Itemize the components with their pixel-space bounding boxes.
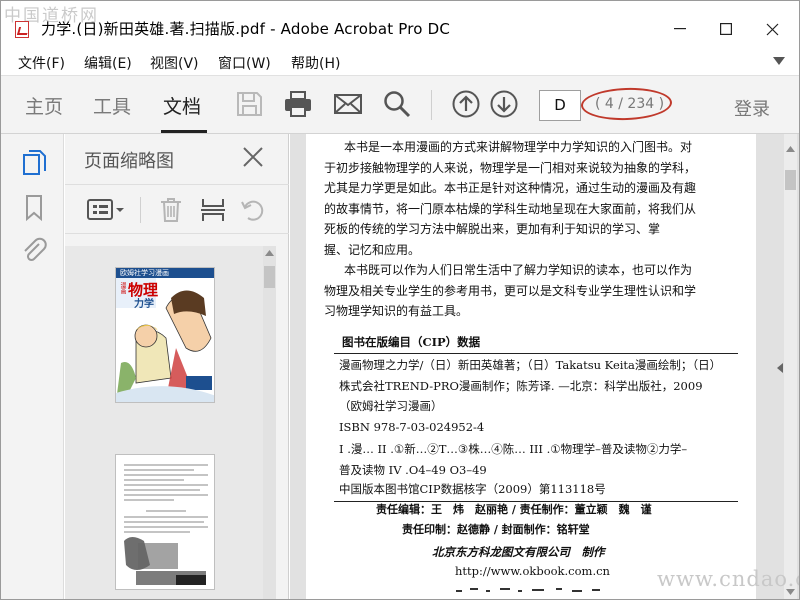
intro-line-4: 的故事情节，将一门原本枯燥的学科生动地呈现在大家面前，将我们从 <box>324 201 697 216</box>
intro-line-7: 本书既可以作为人们日常生活中了解力学知识的读本，也可以作为 <box>344 263 693 277</box>
menu-collapse-caret-icon[interactable] <box>773 57 785 65</box>
print-icon[interactable] <box>283 89 313 119</box>
intro-line-9: 习物理学知识的有益工具。 <box>324 304 469 318</box>
page-thumbnail-1[interactable]: 欧姆社学习漫画 漫画 物理 力学 <box>115 267 215 403</box>
scroll-up-arrow-icon[interactable] <box>265 250 274 256</box>
tab-document[interactable]: 文档 <box>163 92 201 119</box>
menu-bar: 文件(F) 编辑(E) 视图(V) 窗口(W) 帮助(H) <box>1 48 799 76</box>
intro-line-1: 本书是一本用漫画的方式来讲解物理学中力学知识的入门图书。对 <box>344 140 693 154</box>
cip-rule-top <box>334 353 738 354</box>
minimize-button[interactable] <box>657 13 703 45</box>
page-thumbnail-2[interactable] <box>115 454 215 590</box>
page-thumbnails-icon[interactable] <box>21 149 47 177</box>
page-number-input[interactable]: D <box>539 90 581 121</box>
cropped-footer-text <box>456 588 600 592</box>
cover-title-mechanics: 力学 <box>134 299 154 310</box>
maximize-icon <box>720 23 732 35</box>
intro-line-6: 握、记忆和应用。 <box>324 242 421 257</box>
toolbar: 主页 工具 文档 <box>1 76 799 134</box>
document-view: 本书是一本用漫画的方式来讲解物理学中力学知识的入门图书。对 于初步接触物理学的人… <box>290 134 799 599</box>
close-icon <box>766 23 778 35</box>
cover-series: 欧姆社学习漫画 <box>120 269 169 277</box>
cip-line-5: I .漫… II .①新…②T…③株…④陈… III .①物理学–普及读物②力学… <box>339 442 688 456</box>
navigation-rail <box>1 134 64 599</box>
active-tab-underline <box>161 130 207 133</box>
document-scroll-thumb[interactable] <box>785 170 796 190</box>
extract-icon[interactable] <box>200 197 226 223</box>
page-thumbnails-panel: 页面缩略图 欧姆社学习漫画 漫画 物理 力学 <box>65 134 289 599</box>
cip-line-3: （欧姆社学习漫画） <box>339 399 443 413</box>
intro-line-2: 于初步接触物理学的人来说，物理学是一门相对来说较为抽象的学科， <box>324 160 697 175</box>
cover-prefix: 漫画 <box>119 282 126 294</box>
save-icon[interactable] <box>234 89 264 119</box>
publisher-url: http://www.okbook.com.cn <box>455 564 610 578</box>
bookmark-icon[interactable] <box>21 194 47 222</box>
pdf-file-icon <box>15 21 29 38</box>
close-window-button[interactable] <box>749 13 795 45</box>
tools-separator <box>140 197 141 223</box>
credits-line-1: 责任编辑：王 炜 赵丽艳 / 责任制作：董立颖 魏 谨 <box>376 503 652 516</box>
cip-line-4: ISBN 978-7-03-024952-4 <box>339 419 485 434</box>
window-title: 力学.(日)新田英雄.著.扫描版.pdf - Adobe Acrobat Pro… <box>41 20 451 38</box>
thumbnail-tools <box>65 184 289 234</box>
expand-right-panel-icon[interactable] <box>777 363 783 373</box>
login-button[interactable]: 登录 <box>734 95 770 121</box>
cip-heading: 图书在版编目（CIP）数据 <box>342 335 481 349</box>
acrobat-window: 中国道桥网 力学.(日)新田英雄.著.扫描版.pdf - Adobe Acrob… <box>0 0 800 600</box>
rotate-icon[interactable] <box>240 197 266 223</box>
page-2-preview <box>124 464 208 585</box>
thumbnails-scrollbar[interactable] <box>263 246 276 599</box>
page-up-icon[interactable] <box>451 89 481 119</box>
tab-tools[interactable]: 工具 <box>93 92 131 119</box>
page-down-icon[interactable] <box>489 89 519 119</box>
tab-home[interactable]: 主页 <box>25 92 63 119</box>
watermark-bottom: www.cndao.com <box>657 567 799 591</box>
document-scrollbar[interactable] <box>784 134 797 599</box>
toolbar-separator <box>431 90 432 120</box>
pdf-page: 本书是一本用漫画的方式来讲解物理学中力学知识的入门图书。对 于初步接触物理学的人… <box>306 134 756 599</box>
intro-line-3: 尤其是力学更是如此。本书正是针对这种情况，通过生动的漫画及有趣 <box>324 181 697 195</box>
menu-edit[interactable]: 编辑(E) <box>84 53 132 73</box>
cip-number: 中国版本图书馆CIP数据核字（2009）第113118号 <box>339 482 606 496</box>
credits-line-2: 责任印制：赵德静 / 封面制作：铭轩堂 <box>402 523 590 536</box>
close-panel-icon[interactable] <box>242 146 264 168</box>
email-icon[interactable] <box>333 89 363 119</box>
cip-line-6: 普及读物 IV .O4–49 O3–49 <box>339 462 487 477</box>
search-icon[interactable] <box>382 89 412 119</box>
intro-line-8: 物理及相关专业学生的参考用书，更可以是文科专业学生理性认识和学 <box>324 283 697 298</box>
attachment-icon[interactable] <box>21 236 47 264</box>
panel-title: 页面缩略图 <box>84 151 174 172</box>
title-bar: 中国道桥网 力学.(日)新田英雄.著.扫描版.pdf - Adobe Acrob… <box>1 1 799 48</box>
maximize-button[interactable] <box>703 13 749 45</box>
menu-view[interactable]: 视图(V) <box>150 53 199 73</box>
menu-window[interactable]: 窗口(W) <box>218 53 271 73</box>
producer: 北京东方科龙图文有限公司 制作 <box>432 545 605 559</box>
thumbnails-scroll-area: 欧姆社学习漫画 漫画 物理 力学 A <box>65 246 270 599</box>
options-menu-icon[interactable] <box>86 198 126 222</box>
delete-icon[interactable] <box>158 197 184 223</box>
thumbnails-scroll-thumb[interactable] <box>264 266 275 288</box>
cip-line-2: 株式会社TREND-PRO漫画制作；陈芳译. —北京：科学出版社，2009 <box>339 378 703 393</box>
cip-line-1: 漫画物理之力学/（日）新田英雄著；（日）Takatsu Keita漫画绘制；（日… <box>339 358 722 372</box>
intro-line-5: 死板的传统的学习方法中解脱出来，更加有利于知识的学习、掌 <box>324 222 661 236</box>
menu-help[interactable]: 帮助(H) <box>291 53 340 73</box>
minimize-icon <box>674 28 686 30</box>
menu-file[interactable]: 文件(F) <box>18 53 65 73</box>
doc-scroll-up-arrow-icon[interactable] <box>786 146 795 152</box>
